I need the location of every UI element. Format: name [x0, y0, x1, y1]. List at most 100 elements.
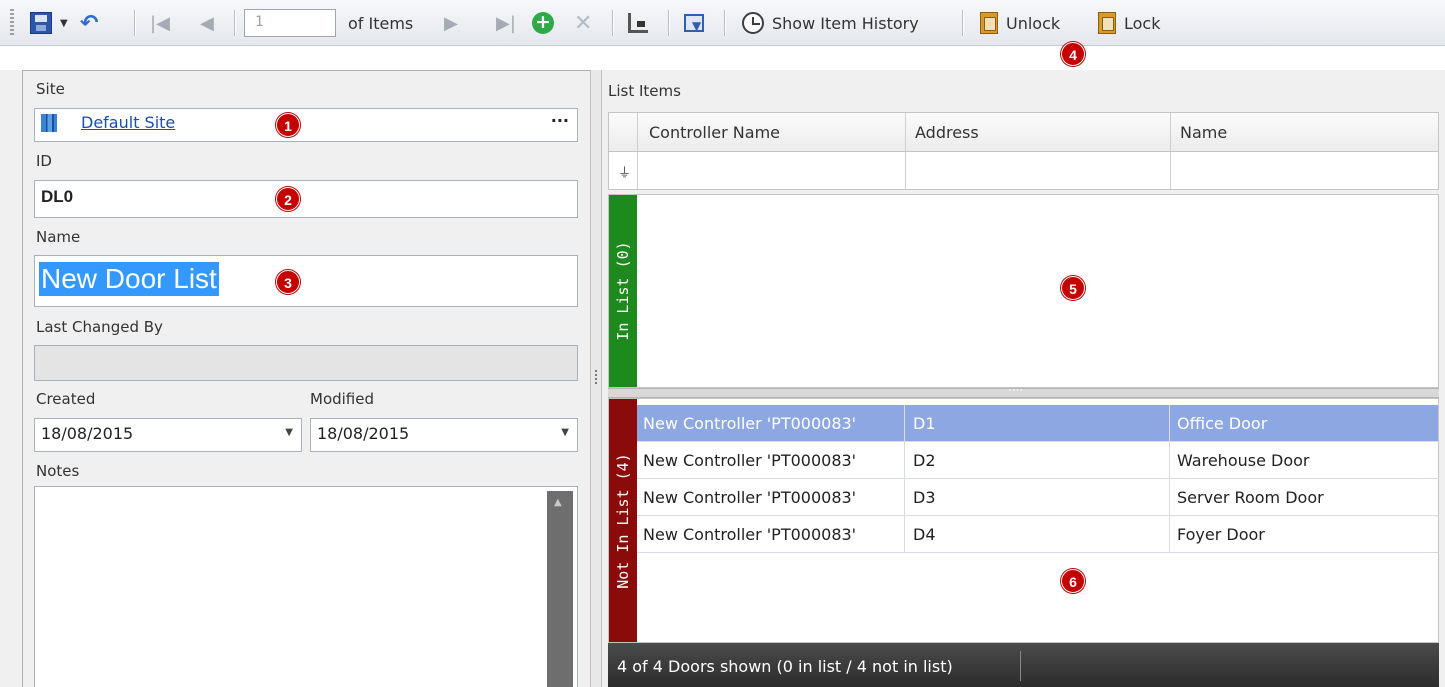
- list-items-panel: List Items Controller Name Address Name …: [602, 70, 1445, 687]
- column-divider: [1170, 152, 1171, 189]
- filter-row: ⏚: [608, 152, 1439, 190]
- cell-name: Foyer Door: [1177, 525, 1265, 544]
- status-text: 4 of 4 Doors shown (0 in list / 4 not in…: [617, 657, 953, 676]
- lock-label: Lock: [1124, 13, 1161, 33]
- cell-address: D1: [913, 414, 936, 433]
- cell-address: D4: [913, 525, 936, 544]
- column-divider: [905, 113, 906, 151]
- chevron-down-icon: ▼: [60, 17, 68, 29]
- site-link[interactable]: Default Site: [81, 113, 175, 132]
- last-icon: ▶|: [496, 12, 516, 34]
- column-divider: [904, 516, 905, 552]
- toolbar-separator: [962, 10, 963, 36]
- callout-1: 1: [276, 113, 300, 137]
- last-item-button[interactable]: ▶|: [496, 8, 516, 38]
- column-divider: [637, 152, 638, 189]
- cell-address: D2: [913, 451, 936, 470]
- status-bar: 4 of 4 Doors shown (0 in list / 4 not in…: [608, 643, 1439, 687]
- last-changed-by-field: [34, 345, 578, 381]
- chevron-down-icon[interactable]: ▼: [285, 427, 293, 438]
- column-divider: [1169, 405, 1170, 441]
- cell-controller-name: New Controller 'PT000083': [643, 525, 857, 544]
- hierarchy-button[interactable]: [628, 8, 648, 38]
- cell-controller-name: New Controller 'PT000083': [643, 414, 857, 433]
- column-divider: [1169, 479, 1170, 515]
- column-divider: [1169, 442, 1170, 478]
- site-browse-button[interactable]: ···: [551, 111, 569, 130]
- close-icon: ✕: [574, 10, 593, 36]
- modified-date-value: 18/08/2015: [317, 424, 410, 443]
- callout-6: 6: [1061, 569, 1085, 593]
- undo-button[interactable]: ↶: [80, 8, 98, 38]
- unlock-button[interactable]: Unlock: [980, 8, 1060, 38]
- show-item-history-button[interactable]: Show Item History: [742, 8, 919, 38]
- in-list-tab[interactable]: In List (0): [609, 195, 637, 387]
- group-splitter[interactable]: [608, 383, 1439, 398]
- list-items-title: List Items: [608, 82, 681, 100]
- site-field[interactable]: Default Site ···: [34, 108, 578, 142]
- clock-icon: [742, 12, 764, 34]
- previous-item-button[interactable]: ◀: [200, 8, 214, 38]
- cell-name: Server Room Door: [1177, 488, 1324, 507]
- unlock-label: Unlock: [1006, 13, 1061, 33]
- chevron-down-icon[interactable]: ▼: [561, 427, 569, 438]
- add-item-button[interactable]: +: [532, 8, 554, 38]
- pane-splitter[interactable]: [590, 70, 602, 687]
- column-divider: [1169, 516, 1170, 552]
- table-row[interactable]: New Controller 'PT000083' D1 Office Door: [637, 405, 1438, 442]
- site-label: Site: [36, 80, 65, 98]
- next-icon: ▶: [444, 12, 458, 34]
- id-field[interactable]: DL0: [34, 180, 578, 218]
- name-field[interactable]: New Door List: [34, 255, 578, 307]
- filter-icon: ⏚: [618, 166, 632, 181]
- export-icon: [684, 14, 704, 33]
- undo-icon: ↶: [80, 10, 99, 36]
- not-in-list-group: Not In List (4) New Controller 'PT000083…: [608, 398, 1439, 643]
- callout-2: 2: [276, 187, 300, 211]
- in-list-label: In List (0): [614, 241, 632, 341]
- toolbar-grip[interactable]: [10, 9, 14, 37]
- toolbar-separator: [134, 10, 135, 36]
- cell-address: D3: [913, 488, 936, 507]
- table-row[interactable]: New Controller 'PT000083' D3 Server Room…: [637, 479, 1438, 516]
- modified-date-picker[interactable]: 18/08/2015 ▼: [310, 418, 578, 452]
- toolbar-separator: [234, 10, 235, 36]
- previous-icon: ◀: [200, 12, 214, 34]
- toolbar: ▼ ↶ |◀ ◀ 1 of Items ▶ ▶| + ✕ Show Item H…: [0, 0, 1445, 46]
- not-in-list-label: Not In List (4): [614, 452, 632, 589]
- status-separator: [1020, 651, 1021, 681]
- cell-controller-name: New Controller 'PT000083': [643, 451, 857, 470]
- add-icon: +: [532, 12, 554, 34]
- next-item-button[interactable]: ▶: [444, 8, 458, 38]
- first-item-button[interactable]: |◀: [150, 8, 170, 38]
- created-date-value: 18/08/2015: [41, 424, 134, 443]
- column-divider: [905, 152, 906, 189]
- lock-icon: [1098, 12, 1116, 34]
- export-button[interactable]: [684, 8, 704, 38]
- unlock-icon: [980, 12, 998, 34]
- column-header-address[interactable]: Address: [915, 123, 979, 142]
- delete-item-button[interactable]: ✕: [574, 8, 592, 38]
- created-date-picker[interactable]: 18/08/2015 ▼: [34, 418, 302, 452]
- lock-button[interactable]: Lock: [1098, 8, 1160, 38]
- notes-textarea[interactable]: [34, 486, 578, 687]
- save-dropdown-button[interactable]: ▼: [60, 8, 68, 38]
- item-position-input[interactable]: 1: [244, 9, 336, 37]
- cell-name: Warehouse Door: [1177, 451, 1310, 470]
- toolbar-separator: [724, 10, 725, 36]
- name-value: New Door List: [39, 262, 219, 296]
- first-icon: |◀: [150, 12, 170, 34]
- column-header-controller-name[interactable]: Controller Name: [649, 123, 780, 142]
- not-in-list-tab[interactable]: Not In List (4): [609, 399, 637, 642]
- notes-scrollbar[interactable]: [547, 491, 573, 687]
- callout-4: 4: [1061, 42, 1085, 66]
- of-items-label: of Items: [348, 13, 414, 33]
- column-header-name[interactable]: Name: [1180, 123, 1227, 142]
- table-row[interactable]: New Controller 'PT000083' D4 Foyer Door: [637, 516, 1438, 553]
- site-icon: [41, 114, 57, 132]
- table-row[interactable]: New Controller 'PT000083' D2 Warehouse D…: [637, 442, 1438, 479]
- column-divider: [904, 442, 905, 478]
- last-changed-by-label: Last Changed By: [36, 318, 163, 336]
- save-button[interactable]: [30, 8, 52, 38]
- in-list-group: In List (0): [608, 194, 1439, 388]
